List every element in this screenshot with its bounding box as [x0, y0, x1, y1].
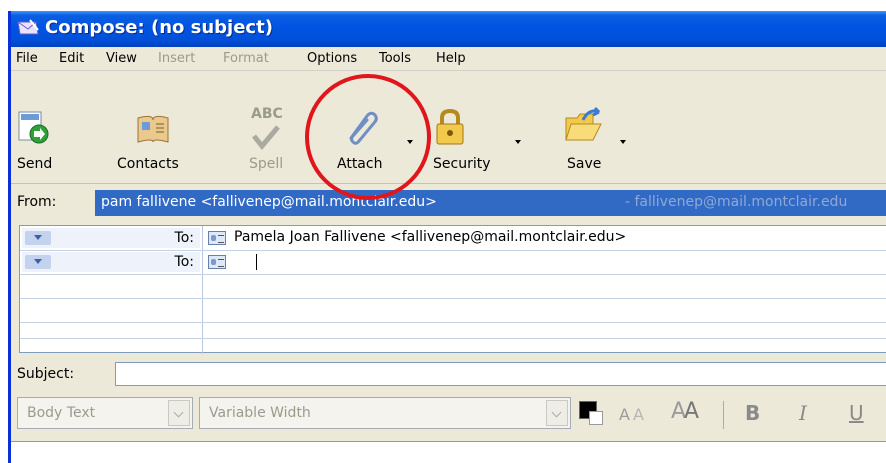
- recipients-list: To: Pamela Joan Fallivene <fallivenep@ma…: [19, 225, 886, 354]
- underline-button[interactable]: U: [849, 401, 864, 425]
- row-divider: [20, 322, 886, 323]
- from-account-select[interactable]: pam fallivene <fallivenep@mail.montclair…: [95, 190, 886, 216]
- paragraph-style-value: Body Text: [27, 405, 96, 421]
- recipient-type-label: To:: [174, 254, 194, 270]
- spell-icon-text: ABC: [251, 106, 283, 122]
- menu-help[interactable]: Help: [436, 51, 466, 66]
- paragraph-style-select[interactable]: Body Text: [17, 397, 193, 429]
- format-toolbar: Body Text Variable Width A A A A B I U: [11, 393, 886, 439]
- row-divider: [20, 298, 886, 299]
- italic-button[interactable]: I: [799, 401, 807, 425]
- recipient-type-select[interactable]: To:: [22, 228, 200, 248]
- from-row: From: pam fallivene <fallivenep@mail.mon…: [11, 185, 886, 221]
- send-label: Send: [17, 156, 53, 172]
- recipient-row[interactable]: To: Pamela Joan Fallivene <fallivenep@ma…: [20, 226, 886, 250]
- highlight-circle-annotation: [305, 74, 431, 200]
- save-label: Save: [567, 156, 602, 172]
- chevron-down-icon[interactable]: [546, 400, 568, 426]
- menu-edit[interactable]: Edit: [59, 51, 84, 66]
- subject-label: Subject:: [17, 366, 75, 382]
- from-secondary: - fallivenep@mail.montclair.edu: [625, 194, 848, 210]
- font-value: Variable Width: [209, 405, 311, 421]
- spell-check-icon: [252, 125, 280, 150]
- contacts-book-icon: [137, 115, 169, 143]
- menu-insert[interactable]: Insert: [158, 51, 195, 66]
- menu-options[interactable]: Options: [307, 51, 357, 66]
- folder-save-icon: [565, 106, 602, 141]
- contacts-button[interactable]: Contacts: [109, 72, 199, 184]
- recipient-type-label: To:: [174, 230, 194, 246]
- address-card-icon: [208, 231, 226, 245]
- recipient-type-select[interactable]: To:: [22, 252, 200, 272]
- subject-row: Subject:: [11, 357, 886, 391]
- spell-label: Spell: [249, 156, 284, 172]
- menu-view[interactable]: View: [106, 51, 137, 66]
- subject-input[interactable]: [115, 362, 886, 386]
- menu-tools[interactable]: Tools: [379, 51, 411, 66]
- row-divider: [20, 274, 886, 275]
- address-card-icon: [208, 255, 226, 269]
- save-button[interactable]: Save: [561, 72, 631, 184]
- recipient-address[interactable]: Pamela Joan Fallivene <fallivenep@mail.m…: [234, 229, 626, 245]
- compose-window: Compose: (no subject) File Edit View Ins…: [8, 11, 886, 463]
- menu-bar: File Edit View Insert Format Options Too…: [11, 47, 886, 71]
- security-dropdown-arrow[interactable]: [515, 140, 521, 144]
- window-title: Compose: (no subject): [45, 17, 273, 38]
- contacts-label: Contacts: [117, 156, 179, 172]
- spell-button[interactable]: ABC Spell: [239, 72, 291, 184]
- send-button[interactable]: Send: [11, 72, 71, 184]
- background-color-swatch: [589, 411, 603, 425]
- menu-format[interactable]: Format: [223, 51, 269, 66]
- send-icon: [18, 111, 49, 144]
- main-toolbar: Send Contacts ABC Spell Attach Security …: [11, 72, 886, 184]
- toolbar-divider: [723, 401, 724, 429]
- compose-app-icon: [17, 19, 39, 35]
- recipient-row[interactable]: To:: [20, 250, 886, 274]
- title-bar[interactable]: Compose: (no subject): [11, 11, 886, 47]
- padlock-icon: [436, 108, 464, 145]
- menu-file[interactable]: File: [16, 51, 38, 66]
- text-caret: [256, 254, 257, 270]
- smaller-text-button[interactable]: A: [619, 405, 630, 424]
- bold-button[interactable]: B: [745, 401, 760, 425]
- from-label: From:: [17, 194, 57, 210]
- security-button[interactable]: Security: [427, 72, 527, 184]
- text-color-picker[interactable]: [579, 401, 605, 427]
- font-select[interactable]: Variable Width: [199, 397, 571, 429]
- security-label: Security: [433, 156, 491, 172]
- chevron-down-icon[interactable]: [25, 231, 51, 245]
- smaller-text-icon-shadow: A: [633, 405, 644, 424]
- message-body[interactable]: [11, 441, 886, 463]
- chevron-down-icon[interactable]: [25, 255, 51, 269]
- save-dropdown-arrow[interactable]: [620, 140, 626, 144]
- chevron-down-icon[interactable]: [168, 400, 190, 426]
- larger-text-icon-shadow: A: [684, 399, 700, 424]
- row-divider: [20, 338, 886, 339]
